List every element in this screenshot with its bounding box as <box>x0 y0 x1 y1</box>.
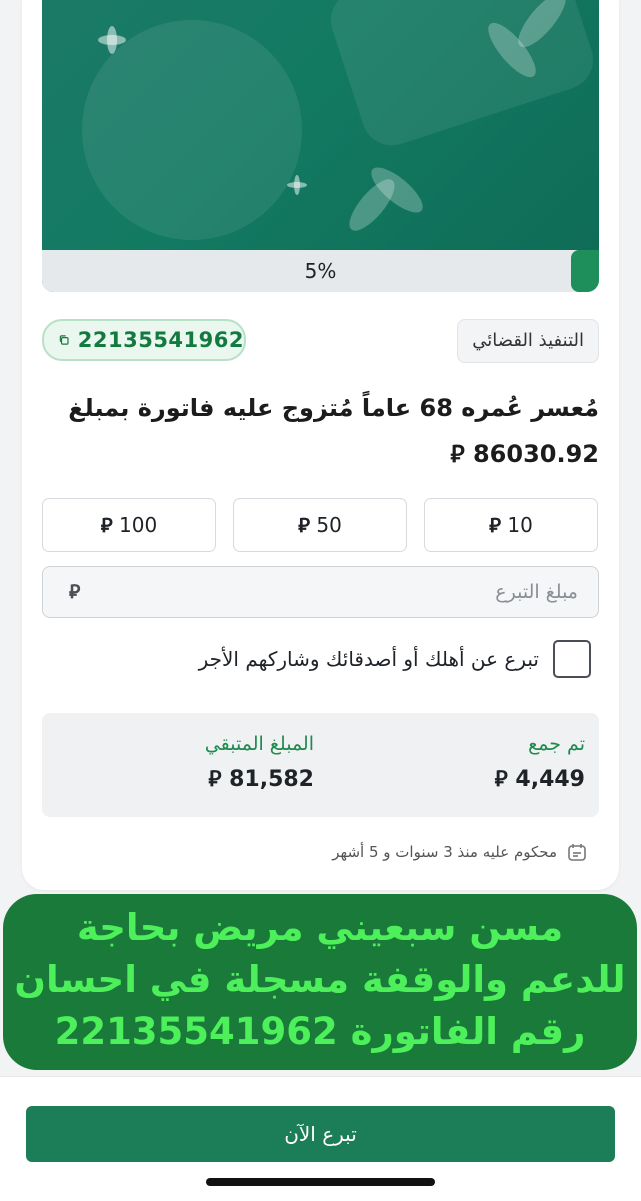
case-title: مُعسر عُمره 68 عاماً مُتزوج عليه فاتورة … <box>39 385 599 477</box>
currency-icon: ⃁ <box>100 513 113 537</box>
currency-icon: ⃁ <box>489 513 502 537</box>
funding-stats: تم جمع 4,449 ⃁ المبلغ المتبقي 81,582 ⃁ <box>42 713 599 817</box>
currency-icon: ⃁ <box>298 513 311 537</box>
amount-option-value: 10 <box>507 513 533 537</box>
copy-invoice-button[interactable]: 22135541962 <box>42 319 246 361</box>
amount-option-50[interactable]: 50 ⃁ <box>233 498 407 552</box>
collected-label: تم جمع <box>528 733 585 755</box>
gift-donation-option[interactable]: تبرع عن أهلك أو أصدقائك وشاركهم الأجر <box>111 638 591 680</box>
copy-icon <box>59 335 69 345</box>
collected-stat: تم جمع 4,449 ⃁ <box>495 733 585 793</box>
collected-value: 4,449 <box>515 767 585 792</box>
campaign-image: 5% <box>42 0 599 292</box>
remaining-stat: المبلغ المتبقي 81,582 ⃁ <box>205 733 314 793</box>
remaining-label: المبلغ المتبقي <box>204 733 314 755</box>
promo-overlay: مسن سبعيني مريض بحاجة للدعم والوقفة مسجل… <box>3 894 637 1070</box>
calendar-icon <box>568 844 586 861</box>
remaining-value-row: 81,582 ⃁ <box>205 765 314 793</box>
donation-input-placeholder: مبلغ التبرع <box>495 581 578 603</box>
progress-percent: 5% <box>304 259 337 283</box>
promo-line-2: للدعم والوقفة مسجلة في احسان <box>14 958 626 1001</box>
currency-icon: ⃁ <box>208 767 222 792</box>
case-title-amount-line: 86030.92 ⃁ <box>39 431 599 477</box>
gift-checkbox[interactable] <box>553 640 591 678</box>
gift-label: تبرع عن أهلك أو أصدقائك وشاركهم الأجر <box>198 647 539 671</box>
currency-icon: ⃁ <box>494 767 508 792</box>
case-amount: 86030.92 <box>472 440 599 468</box>
currency-icon: ⃁ <box>69 581 81 603</box>
amount-option-value: 100 <box>119 513 158 537</box>
amount-option-10[interactable]: 10 ⃁ <box>424 498 598 552</box>
remaining-value: 81,582 <box>229 767 314 792</box>
category-tag: التنفيذ القضائي <box>457 319 599 363</box>
promo-line-3: رقم الفاتورة 22135541962 <box>54 1010 586 1053</box>
funding-progress-bar: 5% <box>42 250 599 292</box>
amount-option-value: 50 <box>316 513 342 537</box>
case-status: محكوم عليه منذ 3 سنوات و 5 أشهر <box>332 842 587 862</box>
promo-line-1: مسن سبعيني مريض بحاجة <box>76 906 564 949</box>
amount-option-100[interactable]: 100 ⃁ <box>42 498 216 552</box>
home-indicator <box>206 1178 435 1186</box>
case-status-text: محكوم عليه منذ 3 سنوات و 5 أشهر <box>332 843 557 861</box>
decor-flowers-icon <box>98 0 566 231</box>
collected-value-row: 4,449 ⃁ <box>495 765 585 793</box>
invoice-number: 22135541962 <box>77 328 244 352</box>
promo-text: مسن سبعيني مريض بحاجة للدعم والوقفة مسجل… <box>3 902 637 1058</box>
donation-amount-input[interactable]: مبلغ التبرع ⃁ <box>42 566 599 618</box>
donate-now-button[interactable]: تبرع الآن <box>26 1106 615 1162</box>
case-title-text: مُعسر عُمره 68 عاماً مُتزوج عليه فاتورة … <box>68 394 599 422</box>
currency-icon: ⃁ <box>450 440 465 468</box>
